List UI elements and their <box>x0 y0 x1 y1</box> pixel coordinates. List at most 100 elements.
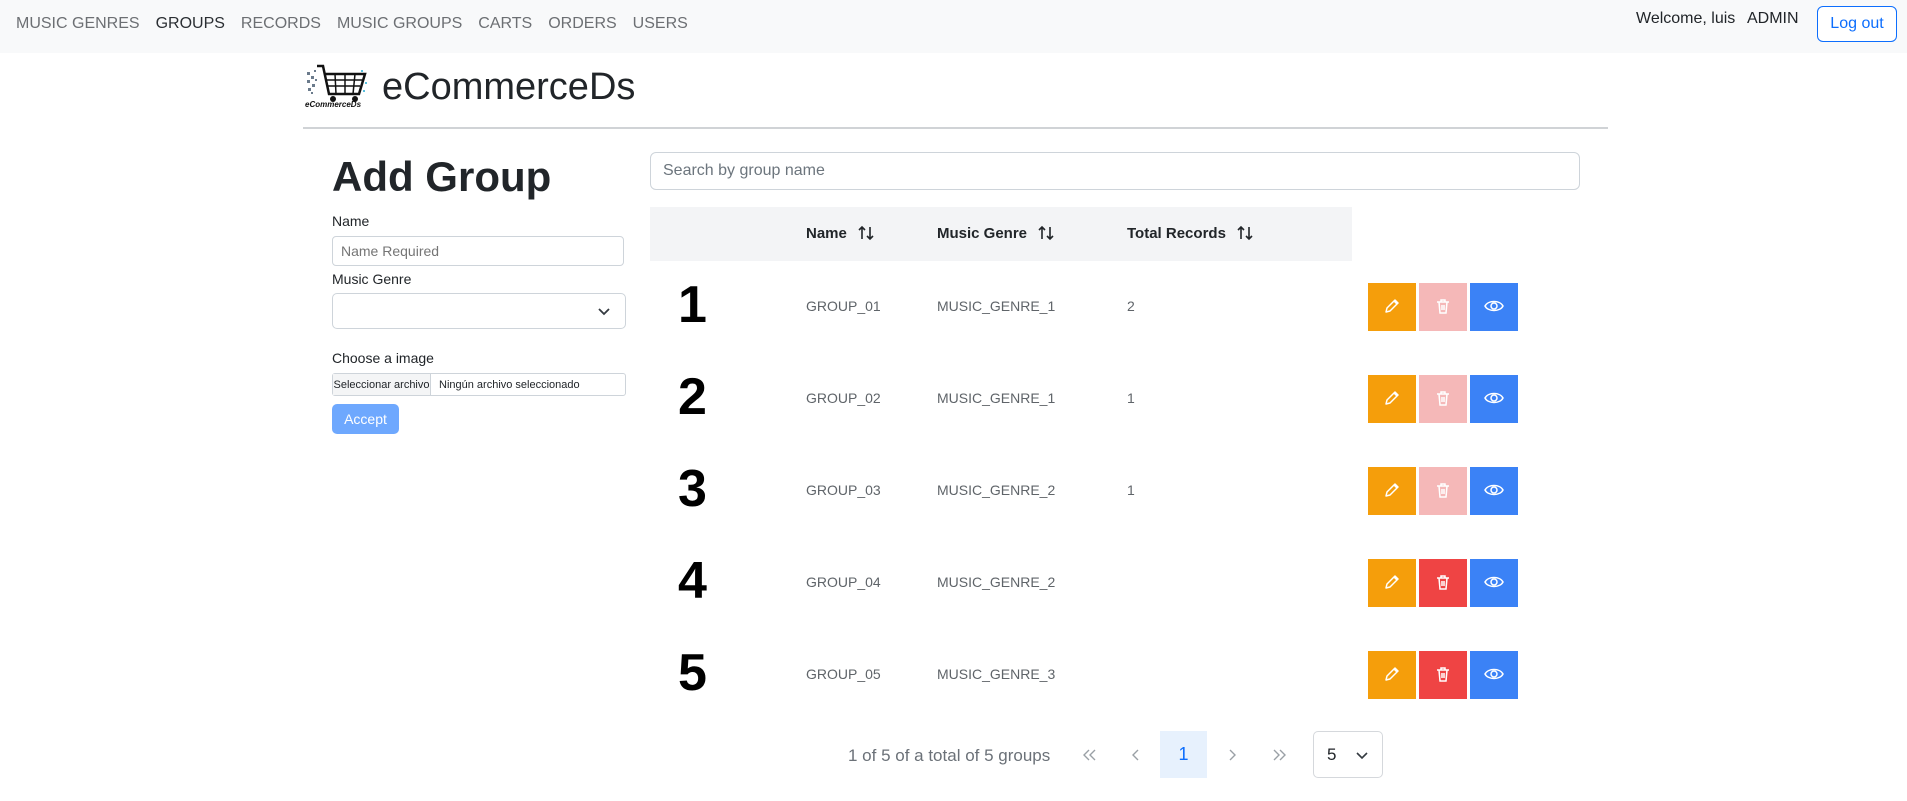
row-number: 2 <box>678 368 707 426</box>
pencil-icon <box>1383 297 1401 318</box>
music-genre-label: Music Genre <box>332 271 412 287</box>
welcome-text: Welcome, luis <box>1636 10 1736 27</box>
view-button[interactable] <box>1470 467 1518 515</box>
add-group-title: Add Group <box>332 153 552 200</box>
view-button[interactable] <box>1470 283 1518 331</box>
trash-icon <box>1434 389 1452 410</box>
nav-link-music-genres[interactable]: MUSIC GENRES <box>16 15 140 33</box>
chevron-left-icon <box>1131 749 1138 760</box>
column-header-total-records-label: Total Records <box>1127 224 1226 242</box>
cell-total-records: 2 <box>1127 298 1135 314</box>
sort-icon <box>858 225 874 241</box>
accept-button[interactable]: Accept <box>332 404 399 434</box>
role-text: ADMIN <box>1747 10 1799 27</box>
cell-music-genre: MUSIC_GENRE_1 <box>937 298 1056 314</box>
view-button[interactable] <box>1470 375 1518 423</box>
search-input[interactable] <box>650 152 1580 190</box>
column-header-music-genre-label: Music Genre <box>937 224 1028 242</box>
name-label: Name <box>332 213 370 229</box>
view-button[interactable] <box>1470 651 1518 699</box>
page-size-select[interactable]: 5 <box>1313 731 1383 778</box>
row-number: 1 <box>678 276 707 334</box>
nav-link-music-groups[interactable]: MUSIC GROUPS <box>337 15 462 33</box>
eye-icon <box>1484 481 1504 502</box>
chevron-right-icon <box>1229 749 1236 760</box>
sort-icon <box>1038 225 1054 241</box>
pencil-icon <box>1383 481 1401 502</box>
trash-icon <box>1434 573 1452 594</box>
eye-icon <box>1484 389 1504 410</box>
cell-music-genre: MUSIC_GENRE_3 <box>937 666 1056 682</box>
pencil-icon <box>1383 573 1401 594</box>
choose-file-button[interactable]: Seleccionar archivo <box>333 374 431 395</box>
delete-button[interactable] <box>1419 283 1467 331</box>
pencil-icon <box>1383 389 1401 410</box>
cell-total-records: 1 <box>1127 482 1135 498</box>
double-chevron-right-icon <box>1273 749 1286 760</box>
pagination-summary: 1 of 5 of a total of 5 groups <box>848 746 1051 765</box>
trash-icon <box>1434 481 1452 502</box>
cell-group-name: GROUP_01 <box>806 298 881 314</box>
cell-total-records: 1 <box>1127 390 1135 406</box>
table-row: 4 GROUP_04 MUSIC_GENRE_2 <box>650 537 1550 629</box>
trash-icon <box>1434 665 1452 686</box>
column-header-music-genre[interactable]: Music Genre <box>937 224 1055 242</box>
eye-icon <box>1484 665 1504 686</box>
file-status-text: Ningún archivo seleccionado <box>439 378 580 391</box>
edit-button[interactable] <box>1368 559 1416 607</box>
delete-button[interactable] <box>1419 467 1467 515</box>
row-number: 5 <box>678 644 707 702</box>
column-header-name[interactable]: Name <box>806 224 875 242</box>
prev-page-button[interactable] <box>1112 731 1159 778</box>
edit-button[interactable] <box>1368 651 1416 699</box>
nav-link-groups[interactable]: GROUPS <box>156 15 225 33</box>
view-button[interactable] <box>1470 559 1518 607</box>
cell-music-genre: MUSIC_GENRE_2 <box>937 482 1056 498</box>
chevron-down-icon <box>1356 752 1368 760</box>
table-header: Name Music Genre Total Records <box>650 207 1352 261</box>
first-page-button[interactable] <box>1065 731 1112 778</box>
nav-link-orders[interactable]: ORDERS <box>548 15 616 33</box>
edit-button[interactable] <box>1368 375 1416 423</box>
name-input[interactable] <box>332 236 624 266</box>
edit-button[interactable] <box>1368 467 1416 515</box>
nav-link-carts[interactable]: CARTS <box>478 15 532 33</box>
brand-header: eCommerceDs eCommerceDs <box>303 62 1608 129</box>
cell-group-name: GROUP_02 <box>806 390 881 406</box>
eye-icon <box>1484 297 1504 318</box>
cell-music-genre: MUSIC_GENRE_1 <box>937 390 1056 406</box>
column-header-total-records[interactable]: Total Records <box>1127 224 1254 242</box>
column-header-name-label: Name <box>806 224 847 242</box>
nav-link-records[interactable]: RECORDS <box>241 15 321 33</box>
last-page-button[interactable] <box>1256 731 1303 778</box>
next-page-button[interactable] <box>1208 731 1255 778</box>
table-row: 5 GROUP_05 MUSIC_GENRE_3 <box>650 629 1550 721</box>
sort-icon <box>1237 225 1253 241</box>
eye-icon <box>1484 573 1504 594</box>
nav-links: MUSIC GENRES GROUPS RECORDS MUSIC GROUPS… <box>16 15 704 33</box>
table-row: 2 GROUP_02 MUSIC_GENRE_1 1 <box>650 353 1550 445</box>
cell-group-name: GROUP_05 <box>806 666 881 682</box>
brand-title: eCommerceDs <box>382 66 636 108</box>
music-genre-select[interactable] <box>332 293 626 329</box>
image-file-input[interactable]: Seleccionar archivo Ningún archivo selec… <box>332 373 626 396</box>
delete-button[interactable] <box>1419 375 1467 423</box>
logout-button[interactable]: Log out <box>1817 6 1897 42</box>
page-button-current[interactable]: 1 <box>1160 731 1207 778</box>
row-number: 3 <box>678 460 707 518</box>
double-chevron-left-icon <box>1082 749 1095 760</box>
nav-link-users[interactable]: USERS <box>633 15 688 33</box>
logo-caption: eCommerceDs <box>305 100 362 109</box>
delete-button[interactable] <box>1419 651 1467 699</box>
pencil-icon <box>1383 665 1401 686</box>
table-row: 1 GROUP_01 MUSIC_GENRE_1 2 <box>650 261 1550 353</box>
delete-button[interactable] <box>1419 559 1467 607</box>
cell-group-name: GROUP_03 <box>806 482 881 498</box>
row-number: 4 <box>678 552 707 610</box>
page-size-value: 5 <box>1327 745 1337 764</box>
trash-icon <box>1434 297 1452 318</box>
cell-group-name: GROUP_04 <box>806 574 881 590</box>
edit-button[interactable] <box>1368 283 1416 331</box>
image-label: Choose a image <box>332 350 434 366</box>
chevron-down-icon <box>598 308 610 316</box>
